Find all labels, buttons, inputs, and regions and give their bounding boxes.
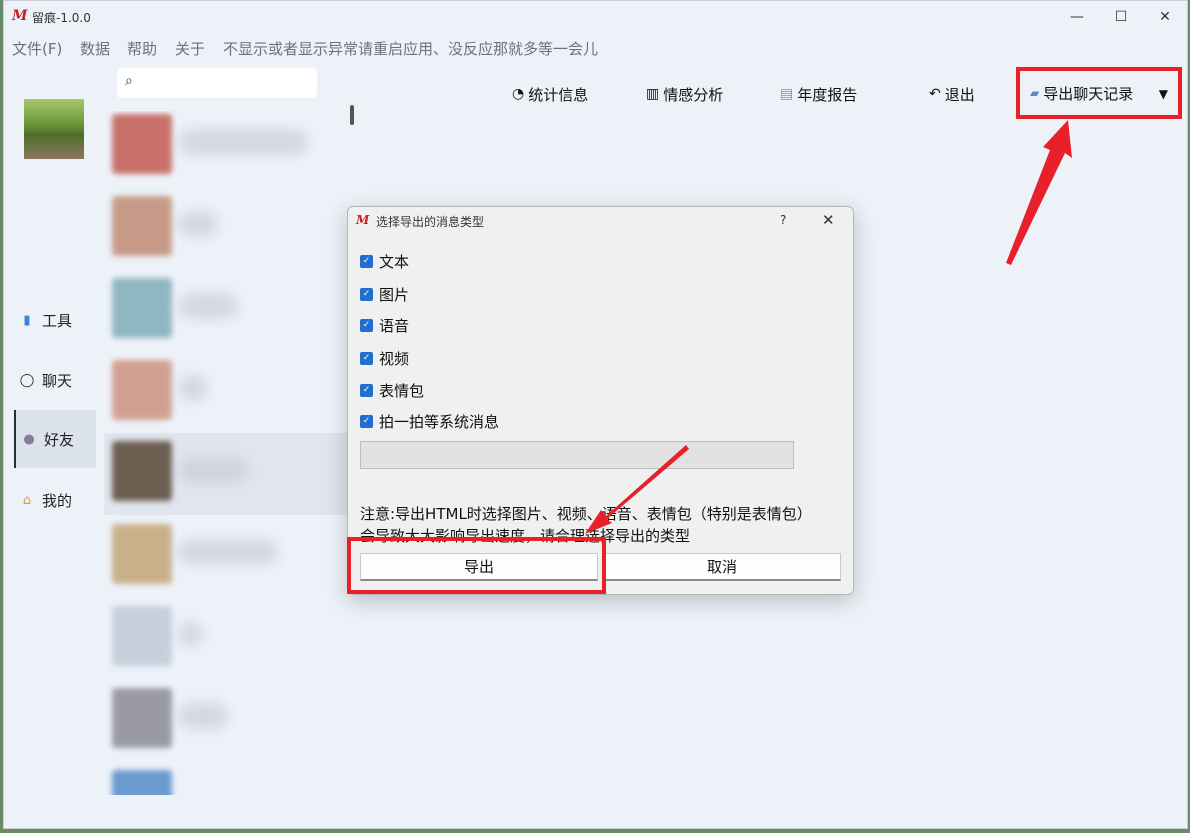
- pie-chart-icon: ◔: [512, 86, 525, 102]
- menu-notice: 不显示或者显示异常请重启应用、没反应那就多等一会儿: [223, 40, 599, 58]
- minimize-button[interactable]: —: [1054, 1, 1100, 33]
- menu-bar: 文件(F) 数据 帮助 关于 不显示或者显示异常请重启应用、没反应那就多等一会儿: [4, 33, 1187, 61]
- option-label: 视频: [379, 349, 410, 368]
- annual-report-button[interactable]: ▤ 年度报告: [780, 81, 857, 107]
- nav-item-label: 聊天: [42, 371, 73, 390]
- app-logo-icon: M: [356, 213, 370, 227]
- list-item[interactable]: [104, 767, 349, 795]
- option-system-message[interactable]: ✓ 拍一拍等系统消息: [360, 411, 499, 431]
- nav-item-chat[interactable]: ◯ 聊天: [14, 351, 94, 409]
- stats-button[interactable]: ◔ 统计信息: [512, 81, 588, 107]
- title-bar: M 留痕-1.0.0 — ☐ ✕: [4, 1, 1187, 33]
- contact-avatar: [112, 278, 172, 338]
- list-item[interactable]: [104, 357, 349, 439]
- highlight-box-export: [347, 537, 606, 594]
- option-voice[interactable]: ✓ 语音: [360, 315, 409, 335]
- nav-item-label: 工具: [42, 311, 73, 330]
- contact-name-blurred: [178, 457, 248, 483]
- menu-data[interactable]: 数据: [80, 38, 110, 59]
- checkbox[interactable]: ✓: [360, 414, 373, 428]
- user-avatar[interactable]: [24, 99, 84, 159]
- export-chat-button[interactable]: ▰ 导出聊天记录 ▼: [1016, 67, 1182, 119]
- undo-icon: ↶: [929, 86, 941, 102]
- note-line-1: 注意:导出HTML时选择图片、视频、语音、表情包（特别是表情包）: [360, 505, 812, 523]
- contact-name-blurred: [178, 375, 208, 401]
- list-item[interactable]: [104, 603, 349, 685]
- close-button[interactable]: ✕: [1142, 1, 1188, 33]
- checkbox[interactable]: ✓: [360, 383, 373, 397]
- export-chat-label: 导出聊天记录: [1043, 84, 1134, 103]
- maximize-button[interactable]: ☐: [1098, 1, 1144, 33]
- contact-avatar: [112, 606, 172, 666]
- app-logo-icon: M: [12, 8, 28, 24]
- nav-item-label: 我的: [42, 491, 73, 510]
- option-image[interactable]: ✓ 图片: [360, 284, 409, 304]
- dialog-title: 选择导出的消息类型: [376, 215, 485, 229]
- menu-about[interactable]: 关于: [175, 38, 205, 59]
- nav-item-friends[interactable]: ● 好友: [14, 410, 96, 468]
- tools-icon: ▮: [23, 312, 31, 328]
- stats-label: 统计信息: [528, 85, 589, 104]
- nav-item-label: 好友: [44, 430, 75, 449]
- option-label: 文本: [379, 252, 410, 271]
- contact-avatar: [112, 770, 172, 795]
- logout-label: 退出: [944, 85, 975, 104]
- contact-avatar: [112, 196, 172, 256]
- checkbox[interactable]: ✓: [360, 254, 373, 268]
- friends-icon: ●: [23, 431, 35, 447]
- option-text[interactable]: ✓ 文本: [360, 251, 409, 271]
- contact-name-blurred: [178, 293, 238, 319]
- list-item[interactable]: [104, 433, 349, 515]
- dialog-close-button[interactable]: ✕: [822, 211, 835, 229]
- dropdown-arrow-icon[interactable]: ▼: [1159, 87, 1168, 101]
- dialog-title-bar: M 选择导出的消息类型 ? ✕: [348, 207, 853, 235]
- folder-icon: ▰: [1030, 86, 1040, 100]
- list-item[interactable]: [104, 275, 349, 357]
- option-label: 语音: [379, 316, 410, 335]
- option-label: 表情包: [379, 381, 425, 400]
- annual-report-label: 年度报告: [797, 85, 858, 104]
- option-label: 图片: [379, 285, 410, 304]
- search-input[interactable]: ⌕: [117, 68, 317, 98]
- window-title: 留痕-1.0.0: [32, 11, 91, 25]
- contact-avatar: [112, 688, 172, 748]
- contact-name-blurred: [178, 539, 278, 565]
- checkbox[interactable]: ✓: [360, 318, 373, 332]
- cancel-button[interactable]: 取消: [603, 553, 841, 581]
- contact-avatar: [112, 360, 172, 420]
- contact-avatar: [112, 524, 172, 584]
- nav-item-mine[interactable]: ⌂ 我的: [14, 471, 94, 529]
- checkbox[interactable]: ✓: [360, 287, 373, 301]
- option-video[interactable]: ✓ 视频: [360, 348, 409, 368]
- calendar-icon: ▤: [780, 86, 794, 102]
- contact-name-blurred: [178, 621, 203, 647]
- bar-chart-icon: ▥: [646, 86, 660, 102]
- sentiment-label: 情感分析: [663, 85, 724, 104]
- contact-list[interactable]: [104, 111, 354, 795]
- logout-button[interactable]: ↶ 退出: [929, 81, 975, 107]
- list-item[interactable]: [104, 685, 349, 767]
- home-icon: ⌂: [22, 492, 32, 508]
- list-item[interactable]: [104, 521, 349, 603]
- menu-help[interactable]: 帮助: [127, 38, 157, 59]
- checkbox[interactable]: ✓: [360, 351, 373, 365]
- help-button[interactable]: ?: [780, 213, 786, 227]
- contact-avatar: [112, 114, 172, 174]
- sentiment-button[interactable]: ▥ 情感分析: [646, 81, 723, 107]
- contact-avatar: [112, 441, 172, 501]
- search-icon: ⌕: [125, 73, 133, 89]
- contact-name-blurred: [178, 129, 308, 155]
- contact-name-blurred: [178, 703, 228, 729]
- nav-item-tools[interactable]: ▮ 工具: [14, 291, 94, 349]
- list-item[interactable]: [104, 111, 349, 193]
- scrollbar[interactable]: [350, 105, 354, 125]
- list-item[interactable]: [104, 193, 349, 275]
- menu-file[interactable]: 文件(F): [12, 38, 62, 59]
- contact-name-blurred: [178, 211, 218, 237]
- option-sticker[interactable]: ✓ 表情包: [360, 380, 424, 400]
- chat-icon: ◯: [19, 372, 35, 388]
- option-label: 拍一拍等系统消息: [379, 412, 500, 431]
- export-progress-bar: [360, 441, 794, 469]
